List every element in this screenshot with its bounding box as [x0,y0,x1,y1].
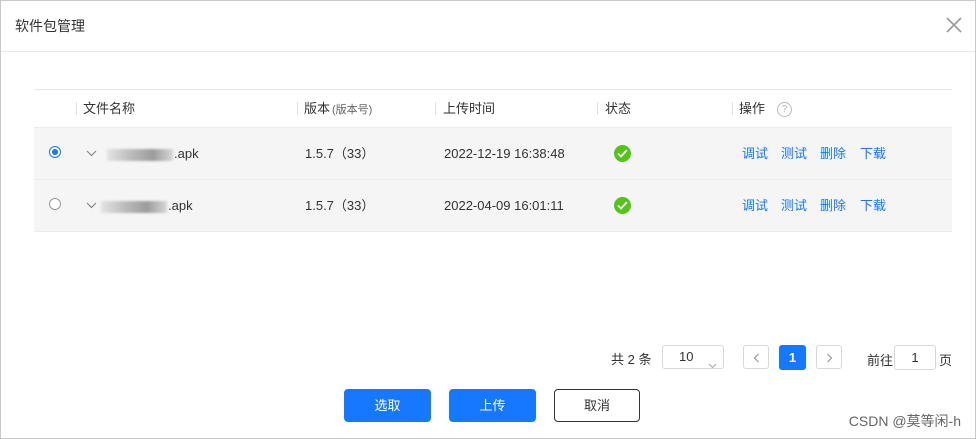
file-name: .apk [101,180,193,231]
chevron-down-icon [708,354,717,376]
package-manager-dialog: 软件包管理 文件名称 版本 (版本号) 上传时间 状态 操作? .apk 1.5.… [0,0,976,439]
download-link[interactable]: 下载 [860,128,886,179]
column-header-status: 状态 [605,101,632,116]
success-check-icon [614,197,631,214]
test-link[interactable]: 测试 [781,180,807,231]
column-header-name: 文件名称 [83,101,136,116]
debug-link[interactable]: 调试 [742,180,768,231]
delete-link[interactable]: 删除 [820,180,846,231]
chevron-down-icon[interactable] [86,198,97,209]
column-divider [597,102,598,115]
dialog-title: 软件包管理 [15,18,85,34]
column-header-upload-time: 上传时间 [443,101,496,116]
table-header: 文件名称 版本 (版本号) 上传时间 状态 操作? [34,89,952,127]
success-check-icon [614,145,631,162]
watermark-text: CSDN @莫等闲-h [848,413,961,429]
total-count: 共 2 条 [611,352,652,367]
version-cell: 1.5.7（33） [305,198,375,213]
chevron-down-icon[interactable] [86,146,97,157]
column-header-version-sub: (版本号) [332,104,373,116]
page-1-button[interactable]: 1 [779,345,806,370]
row-radio-selected[interactable] [49,146,61,158]
file-extension: .apk [174,146,199,161]
cancel-button[interactable]: 取消 [554,389,640,422]
column-divider [76,102,77,115]
column-divider [732,102,733,115]
help-icon[interactable]: ? [777,102,793,118]
package-table: 文件名称 版本 (版本号) 上传时间 状态 操作? .apk 1.5.7（33） … [34,89,952,232]
table-row[interactable]: .apk 1.5.7（33） 2022-04-09 16:01:11 调试 测试… [34,179,952,232]
redacted-name [101,200,167,213]
file-name: .apk [107,128,199,179]
version-cell: 1.5.7（33） [305,146,375,161]
column-divider [435,102,436,115]
upload-button[interactable]: 上传 [449,389,536,422]
redacted-name [107,148,173,161]
prev-page-button[interactable] [743,345,769,369]
column-divider [297,102,298,115]
test-link[interactable]: 测试 [781,128,807,179]
page-size-select[interactable]: 10 [662,345,724,369]
page-unit-label: 页 [939,353,953,368]
column-header-version: 版本 (版本号) [304,90,372,127]
goto-label: 前往 [867,353,894,368]
upload-time-cell: 2022-04-09 16:01:11 [444,198,564,213]
delete-link[interactable]: 删除 [820,128,846,179]
next-page-button[interactable] [816,345,842,369]
table-row[interactable]: .apk 1.5.7（33） 2022-12-19 16:38:48 调试 测试… [34,127,952,179]
column-header-actions: 操作? [739,90,793,127]
dialog-header: 软件包管理 [1,1,975,52]
select-button[interactable]: 选取 [344,389,431,422]
row-radio[interactable] [49,198,61,210]
column-header-actions-label: 操作 [739,101,766,116]
file-extension: .apk [168,198,193,213]
debug-link[interactable]: 调试 [742,128,768,179]
close-icon[interactable] [943,14,965,36]
page-size-value: 10 [679,349,694,364]
download-link[interactable]: 下载 [860,180,886,231]
upload-time-cell: 2022-12-19 16:38:48 [444,146,565,161]
goto-page-input[interactable]: 1 [894,345,936,370]
column-header-version-label: 版本 [304,101,331,116]
